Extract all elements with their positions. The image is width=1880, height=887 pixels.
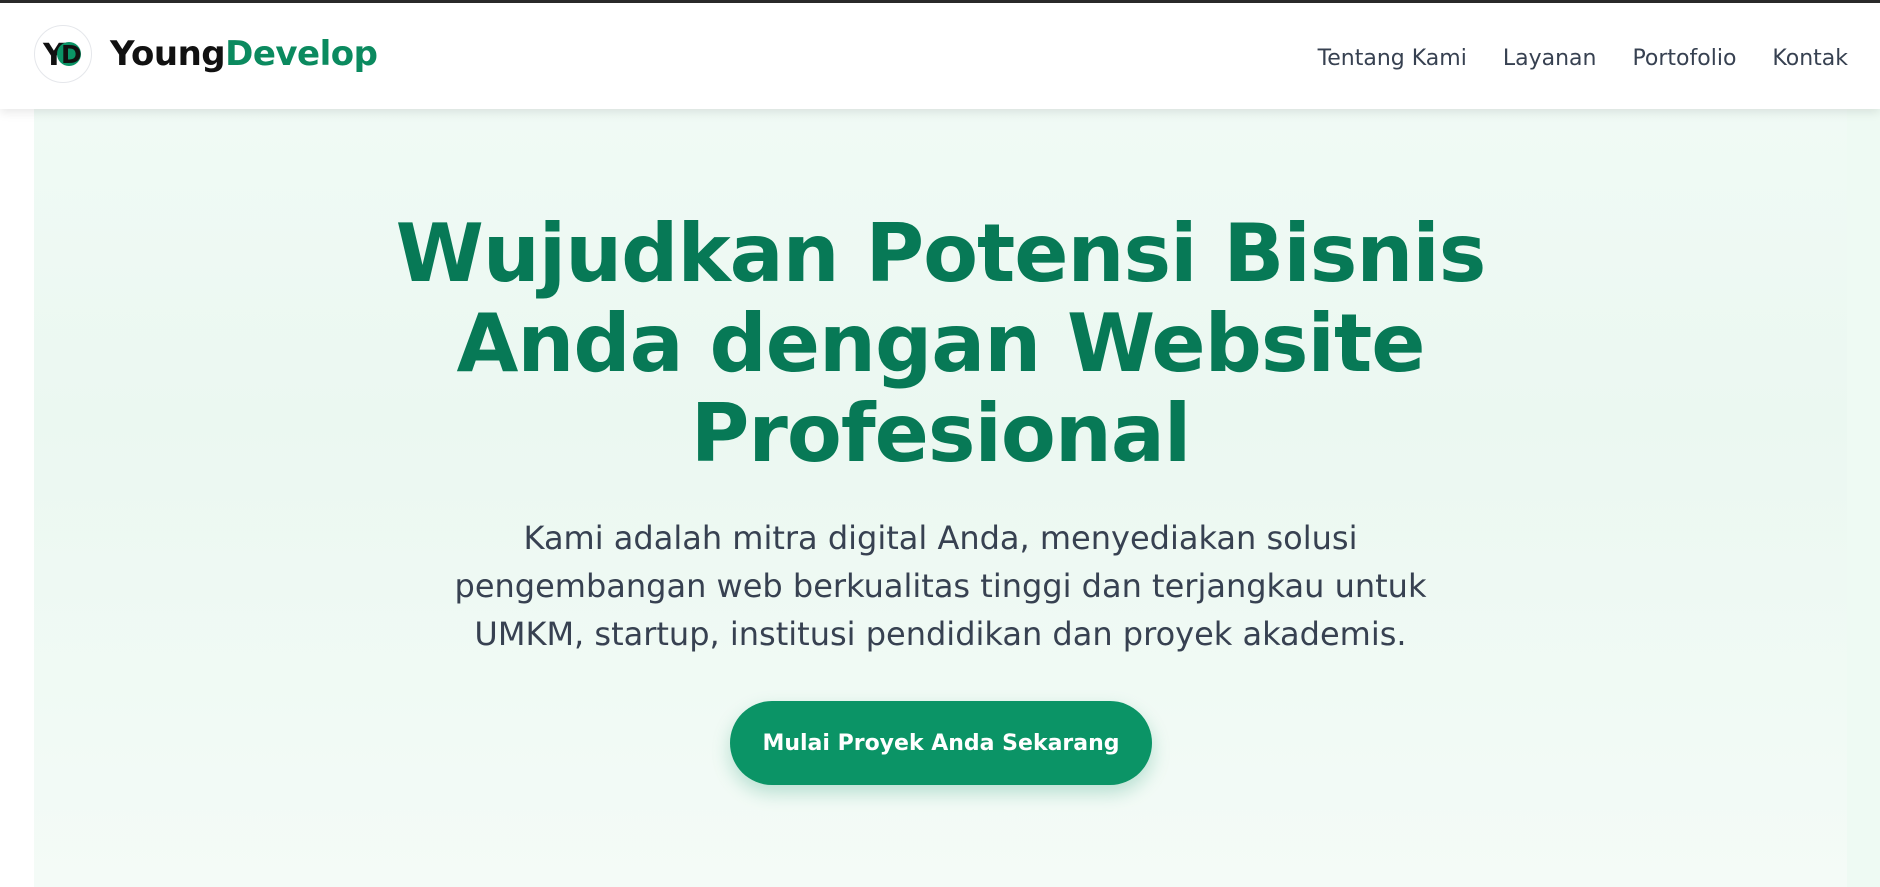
nav-link-portofolio[interactable]: Portofolio <box>1632 45 1736 73</box>
hero-title-line: Anda dengan Website <box>456 297 1426 390</box>
nav-link-layanan[interactable]: Layanan <box>1503 45 1597 73</box>
page-side-strip <box>1847 109 1880 887</box>
hero-section: Wujudkan Potensi Bisnis Anda dengan Webs… <box>34 109 1847 887</box>
nav-link-tentang-kami[interactable]: Tentang Kami <box>1318 45 1467 73</box>
hero-title: Wujudkan Potensi Bisnis Anda dengan Webs… <box>34 209 1847 479</box>
hero-subtitle-line: pengembangan web berkualitas tinggi dan … <box>454 567 1427 605</box>
hero-subtitle: Kami adalah mitra digital Anda, menyedia… <box>34 514 1847 658</box>
navbar: Y D YoungDevelop Tentang Kami Layanan Po… <box>0 3 1880 109</box>
hero-subtitle-line: UMKM, startup, institusi pendidikan dan … <box>474 615 1407 653</box>
start-project-button[interactable]: Mulai Proyek Anda Sekarang <box>730 701 1152 785</box>
main-nav: Tentang Kami Layanan Portofolio Kontak <box>1282 45 1848 73</box>
brand-name: YoungDevelop <box>110 34 378 74</box>
brand-logo-link[interactable]: Y D YoungDevelop <box>34 25 378 83</box>
nav-link-kontak[interactable]: Kontak <box>1772 45 1848 73</box>
brand-name-develop: Develop <box>225 34 378 74</box>
yd-logo-icon: Y D <box>34 25 92 83</box>
hero-title-line: Wujudkan Potensi Bisnis <box>395 207 1487 300</box>
svg-text:D: D <box>61 40 82 69</box>
hero-subtitle-line: Kami adalah mitra digital Anda, menyedia… <box>523 519 1358 557</box>
hero-title-line: Profesional <box>690 387 1191 480</box>
brand-name-young: Young <box>110 34 226 74</box>
